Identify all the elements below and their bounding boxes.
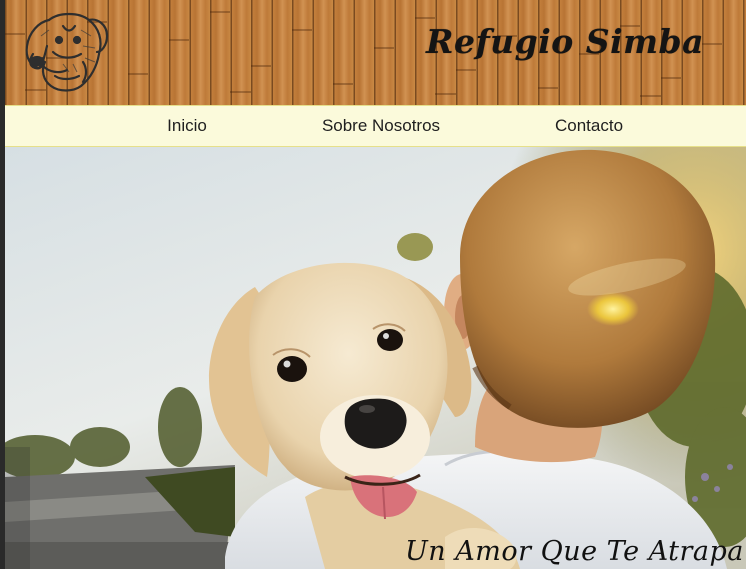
hero-tagline: Un Amor Que Te Atrapa [405,536,744,567]
dog-head-logo-icon[interactable] [19,6,111,98]
boy-hugging-puppy-photo [5,147,746,569]
nav-item-sobre-nosotros[interactable]: Sobre Nosotros [322,116,440,136]
site-header: Refugio Simba [5,0,746,105]
site-title[interactable]: Refugio Simba [426,22,704,61]
nav-item-inicio[interactable]: Inicio [167,116,207,136]
hero-section [5,147,746,569]
nav-item-contacto[interactable]: Contacto [555,116,623,136]
main-nav: Inicio Sobre Nosotros Contacto [5,105,746,147]
